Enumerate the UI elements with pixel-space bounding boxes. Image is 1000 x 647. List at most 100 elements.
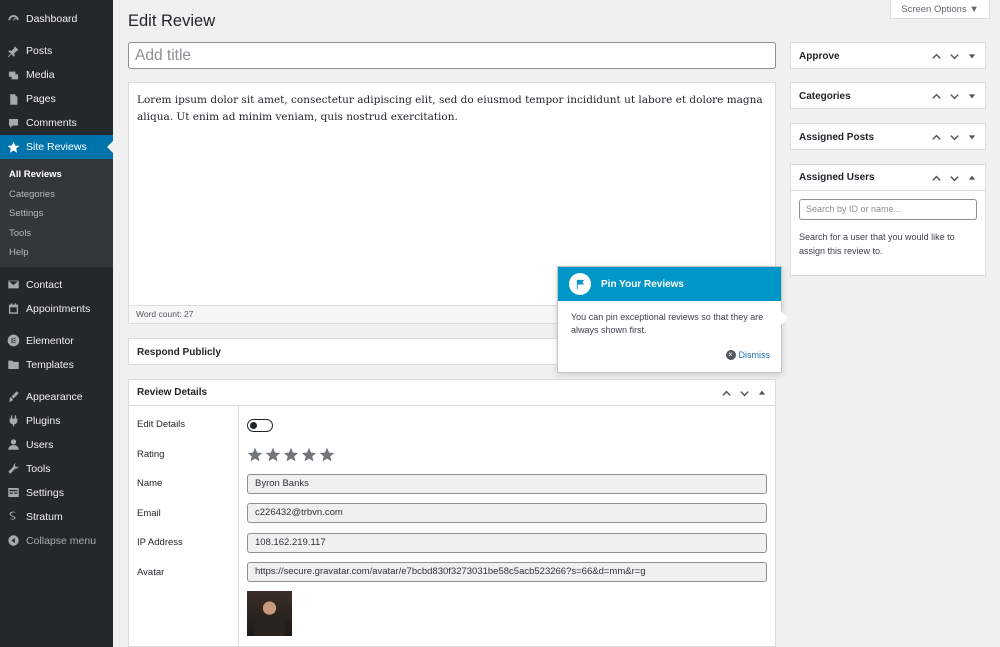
- submenu-all-reviews[interactable]: All Reviews: [0, 165, 113, 185]
- menu-label-plugins: Plugins: [26, 414, 61, 427]
- menu-label-pages: Pages: [26, 93, 56, 105]
- menu-item-plugins[interactable]: Plugins: [0, 409, 113, 433]
- menu-item-site-reviews[interactable]: Site Reviews: [0, 135, 113, 159]
- pin-icon: [6, 44, 20, 58]
- menu-item-dashboard[interactable]: Dashboard: [0, 7, 113, 31]
- title-input[interactable]: Add title: [128, 42, 776, 69]
- collapse-toggle-icon[interactable]: [963, 169, 981, 187]
- move-up-icon[interactable]: [927, 47, 945, 65]
- rating-stars[interactable]: [247, 447, 335, 463]
- dismiss-icon: ×: [725, 350, 736, 360]
- review-details-title: Review Details: [137, 387, 208, 398]
- menu-item-tools[interactable]: Tools: [0, 457, 113, 481]
- move-down-icon[interactable]: [945, 169, 963, 187]
- assigned-posts-box[interactable]: Assigned Posts: [790, 123, 986, 150]
- screen-options-button[interactable]: Screen Options ▼: [890, 0, 990, 19]
- avatar-url-field[interactable]: https://secure.gravatar.com/avatar/e7bcb…: [247, 562, 767, 582]
- assigned-posts-header[interactable]: Assigned Posts: [791, 124, 985, 150]
- mail-icon: [6, 278, 20, 292]
- approve-header[interactable]: Approve: [791, 43, 985, 69]
- dismiss-label: Dismiss: [738, 350, 771, 360]
- plugin-icon: [6, 414, 20, 428]
- details-labels-column: [129, 406, 239, 646]
- menu-item-settings[interactable]: Settings: [0, 481, 113, 505]
- assigned-users-box: Assigned Users Search by ID or name... S…: [790, 164, 986, 276]
- comments-icon: [6, 116, 20, 130]
- menu-label-comments: Comments: [26, 117, 77, 129]
- toggle-knob: [250, 421, 257, 429]
- rating-star-2-icon[interactable]: [265, 447, 281, 463]
- move-down-icon[interactable]: [945, 128, 963, 146]
- menu-item-appearance[interactable]: Appearance: [0, 385, 113, 409]
- submenu-tools[interactable]: Tools: [0, 224, 113, 244]
- move-up-icon[interactable]: [927, 128, 945, 146]
- name-label: Name: [137, 478, 163, 489]
- expand-toggle-icon[interactable]: [963, 87, 981, 105]
- menu-label-site-reviews: Site Reviews: [26, 141, 87, 153]
- respond-publicly-title: Respond Publicly: [137, 346, 221, 358]
- review-details-header[interactable]: Review Details: [129, 380, 775, 406]
- menu-label-dashboard: Dashboard: [26, 13, 78, 25]
- menu-item-elementor[interactable]: Elementor: [0, 329, 113, 353]
- collapse-toggle-icon[interactable]: [753, 384, 771, 402]
- menu-item-pages[interactable]: Pages: [0, 87, 113, 111]
- collapse-menu-button[interactable]: Collapse menu: [0, 529, 113, 553]
- move-up-icon[interactable]: [717, 384, 735, 402]
- edit-details-toggle[interactable]: [247, 419, 273, 432]
- move-down-icon[interactable]: [735, 384, 753, 402]
- ip-address-field[interactable]: 108.162.219.117: [247, 533, 767, 553]
- menu-item-contact[interactable]: Contact: [0, 273, 113, 297]
- rating-star-4-icon[interactable]: [301, 447, 317, 463]
- dashboard-icon: [6, 12, 20, 26]
- move-up-icon[interactable]: [927, 169, 945, 187]
- categories-box[interactable]: Categories: [790, 82, 986, 109]
- menu-label-appointments: Appointments: [26, 302, 91, 315]
- submenu-settings[interactable]: Settings: [0, 204, 113, 224]
- user-search-input[interactable]: Search by ID or name...: [799, 199, 977, 220]
- email-field[interactable]: c226432@trbvn.com: [247, 503, 767, 523]
- stratum-icon: [6, 510, 20, 524]
- move-down-icon[interactable]: [945, 87, 963, 105]
- categories-header[interactable]: Categories: [791, 83, 985, 109]
- user-icon: [6, 438, 20, 452]
- menu-item-appointments[interactable]: Appointments: [0, 297, 113, 321]
- email-label: Email: [137, 508, 161, 519]
- rating-star-5-icon[interactable]: [319, 447, 335, 463]
- menu-label-posts: Posts: [26, 45, 53, 57]
- pin-reviews-pointer: Pin Your Reviews You can pin exceptional…: [557, 266, 788, 373]
- rating-star-3-icon[interactable]: [283, 447, 299, 463]
- menu-item-templates[interactable]: Templates: [0, 353, 113, 377]
- menu-label-appearance: Appearance: [26, 390, 83, 403]
- pointer-title: Pin Your Reviews: [601, 278, 684, 290]
- move-up-icon[interactable]: [927, 87, 945, 105]
- dismiss-button[interactable]: × Dismiss: [725, 350, 771, 360]
- move-down-icon[interactable]: [945, 47, 963, 65]
- menu-label-stratum: Stratum: [26, 510, 63, 523]
- menu-item-posts[interactable]: Posts: [0, 39, 113, 63]
- page-title: Edit Review: [128, 12, 216, 30]
- star-icon: [6, 140, 20, 154]
- expand-toggle-icon[interactable]: [963, 128, 981, 146]
- menu-label-collapse: Collapse menu: [26, 534, 97, 547]
- menu-label-media: Media: [26, 69, 55, 81]
- name-field[interactable]: Byron Banks: [247, 474, 767, 494]
- folder-icon: [6, 358, 20, 372]
- edit-details-label: Edit Details: [137, 419, 186, 430]
- settings-icon: [6, 486, 20, 500]
- menu-item-users[interactable]: Users: [0, 433, 113, 457]
- menu-item-stratum[interactable]: Stratum: [0, 505, 113, 529]
- pointer-header: Pin Your Reviews: [558, 267, 781, 301]
- editor-content[interactable]: Lorem ipsum dolor sit amet, consectetur …: [129, 83, 775, 134]
- assigned-users-header[interactable]: Assigned Users: [791, 165, 985, 191]
- submenu-help[interactable]: Help: [0, 243, 113, 263]
- avatar: [247, 591, 292, 636]
- expand-toggle-icon[interactable]: [963, 47, 981, 65]
- pages-icon: [6, 92, 20, 106]
- rating-star-1-icon[interactable]: [247, 447, 263, 463]
- menu-item-comments[interactable]: Comments: [0, 111, 113, 135]
- approve-box[interactable]: Approve: [790, 42, 986, 69]
- menu-label-users: Users: [26, 438, 54, 451]
- submenu-categories[interactable]: Categories: [0, 185, 113, 205]
- assigned-users-title: Assigned Users: [799, 172, 875, 183]
- menu-item-media[interactable]: Media: [0, 63, 113, 87]
